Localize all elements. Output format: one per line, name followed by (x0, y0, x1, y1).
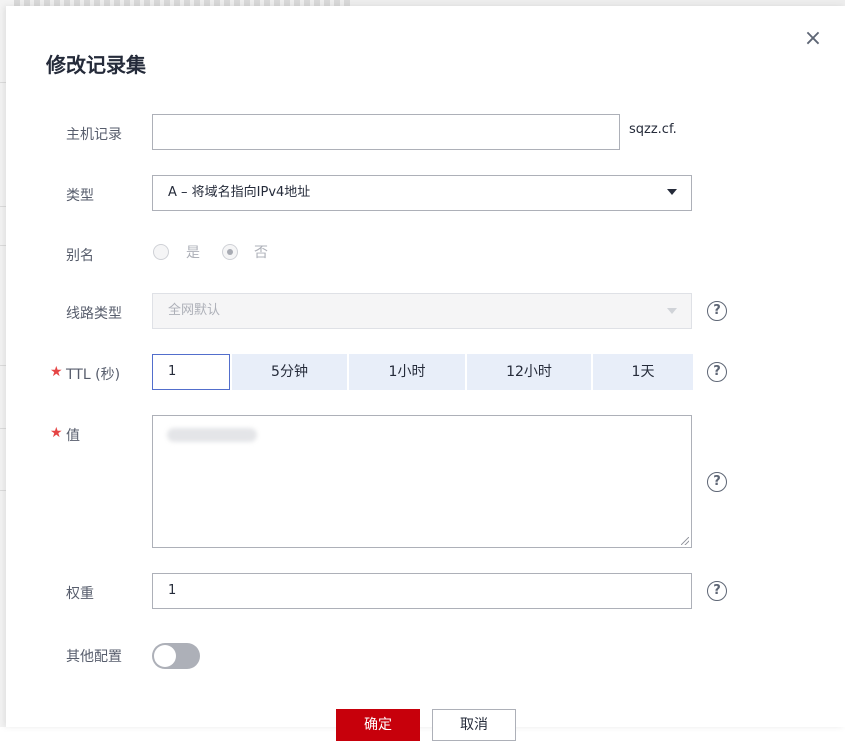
alias-option-no-label: 否 (254, 245, 268, 261)
confirm-button[interactable]: 确定 (336, 709, 420, 741)
resize-handle-icon[interactable] (681, 537, 689, 545)
weight-label: 权重 (66, 586, 94, 602)
line-type-select: 全网默认 (152, 293, 692, 329)
alias-label: 别名 (66, 248, 94, 264)
redacted-value (167, 428, 257, 442)
line-type-label: 线路类型 (66, 306, 122, 322)
ttl-preset-1d-button[interactable]: 1天 (593, 354, 693, 390)
line-type-select-value: 全网默认 (168, 303, 221, 318)
ttl-preset-5min-button[interactable]: 5分钟 (232, 354, 347, 390)
dialog-title: 修改记录集 (46, 53, 146, 77)
ttl-input[interactable]: 1 (152, 354, 230, 390)
value-textarea[interactable] (152, 415, 692, 548)
radio-selected-dot (227, 249, 233, 255)
weight-input[interactable]: 1 (152, 573, 692, 609)
required-star-icon: ★ (50, 425, 63, 441)
alias-option-yes-label: 是 (186, 245, 200, 261)
type-label: 类型 (66, 188, 94, 204)
host-record-label: 主机记录 (66, 127, 122, 143)
help-icon[interactable]: ? (707, 472, 727, 492)
alias-radio-yes[interactable] (153, 244, 169, 260)
cancel-button[interactable]: 取消 (432, 709, 516, 741)
help-icon[interactable]: ? (707, 581, 727, 601)
alias-radio-no[interactable] (222, 244, 238, 260)
other-config-toggle[interactable] (152, 643, 200, 669)
chevron-down-icon (667, 189, 677, 195)
ttl-preset-1h-button[interactable]: 1小时 (349, 354, 465, 390)
ttl-preset-12h-button[interactable]: 12小时 (467, 354, 591, 390)
other-config-label: 其他配置 (66, 649, 122, 665)
help-icon[interactable]: ? (707, 362, 727, 382)
toggle-knob (154, 645, 176, 667)
type-select[interactable]: A – 将域名指向IPv4地址 (152, 175, 692, 211)
value-label: 值 (66, 428, 80, 444)
close-icon[interactable]: × (798, 24, 828, 54)
help-icon[interactable]: ? (707, 301, 727, 321)
host-record-input[interactable] (152, 114, 620, 150)
domain-suffix: sqzz.cf. (629, 122, 677, 137)
type-select-value: A – 将域名指向IPv4地址 (168, 185, 311, 200)
required-star-icon: ★ (50, 364, 63, 380)
ttl-label: TTL (秒) (66, 367, 121, 383)
chevron-down-icon (667, 308, 677, 314)
